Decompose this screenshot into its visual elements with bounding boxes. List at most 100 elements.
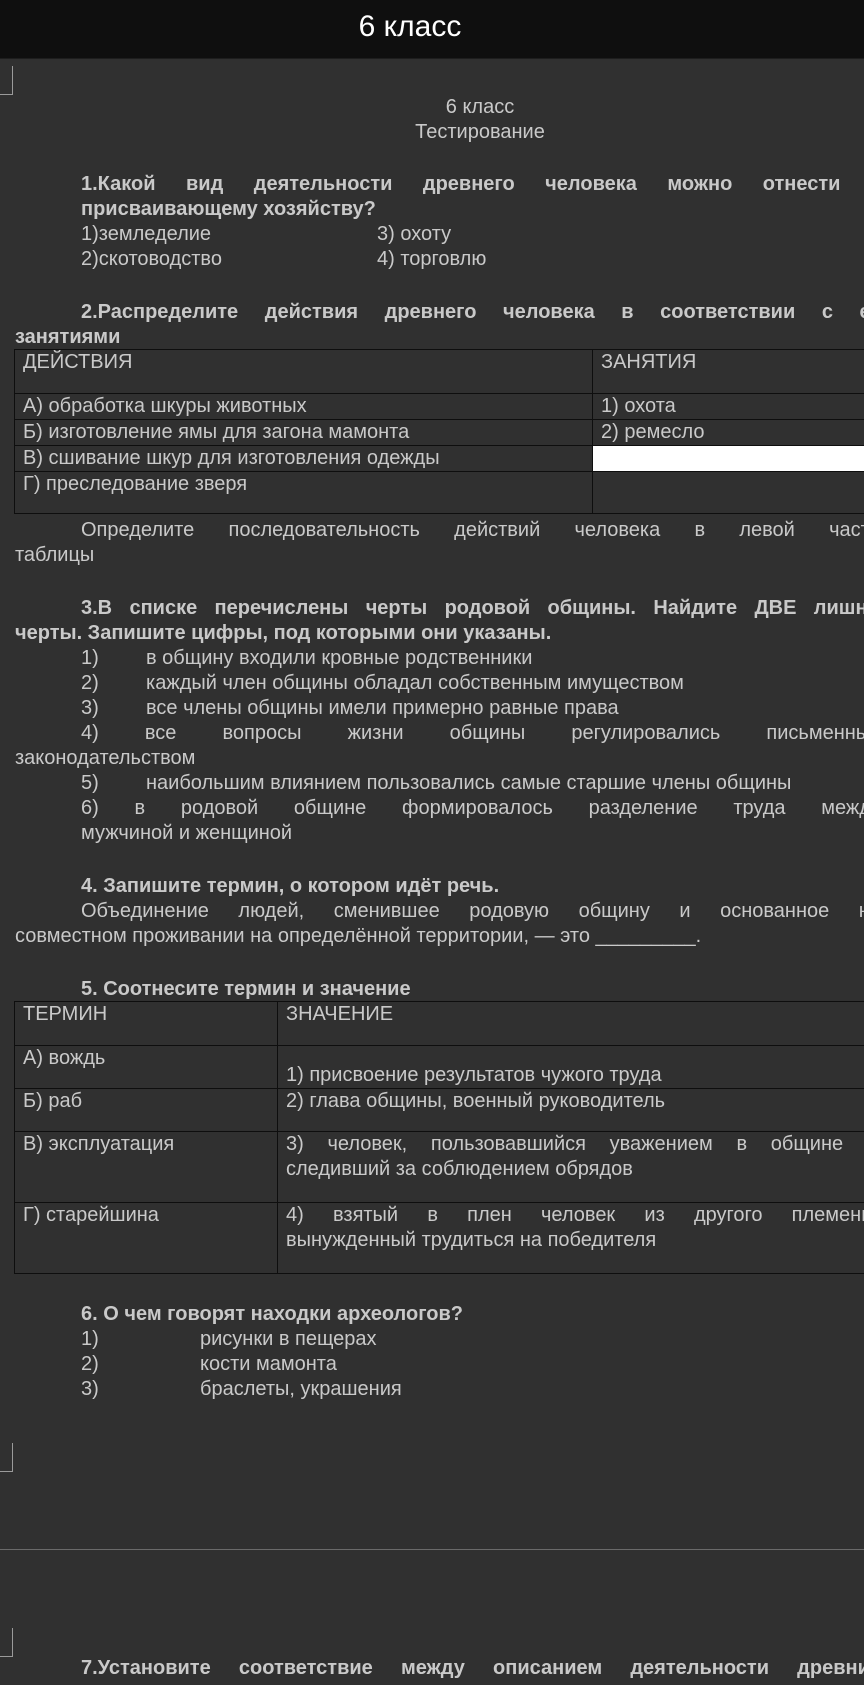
q3-item-4-line1: 4) все вопросы жизни общины регулировались пис… [81,721,864,746]
q6-title: 6. О чем говорят находки археологов? [81,1303,464,1325]
word: вид [185,173,224,195]
q3-item-4-line2: законодательством [15,747,196,769]
q1-question-line2: присваивающему хозяйству? [81,198,376,220]
q6-item-2-text: кости мамонта [200,1353,337,1375]
word: соответствие [238,1657,373,1679]
word: человека [503,301,595,323]
word: основанное [720,900,830,922]
word: общину [578,900,650,922]
word: Объединение [81,900,209,922]
word: в [694,519,706,541]
word: 1.Какой [81,173,156,195]
word: Найдите [653,597,738,619]
q4-title: 4. Запишите термин, о котором идёт речь. [81,875,500,897]
q3-item-3-text: все члены общины имели примерно равные п… [146,697,619,719]
q5-col-meaning: ЗНАЧЕНИЕ [277,1001,864,1046]
word: 7.Установите [81,1657,211,1679]
word: соответствии [660,301,796,323]
q3-item-1-text: в общину входили кровные родственники [146,647,533,669]
word: взятый [333,1204,399,1226]
q6-item-2-num: 2) [81,1353,99,1375]
word: родовую [469,900,550,922]
q1-option-2: 2)скотоводство [81,248,222,270]
word: 3.В [81,597,113,619]
q3-item-2-num: 2) [81,672,99,694]
q2-action-d: Г) преследование зверя [14,471,593,514]
word: плен [467,1204,512,1226]
q6-item-3-num: 3) [81,1378,99,1400]
q2-action-a: А) обработка шкуры животных [14,393,593,420]
word: все [144,722,177,744]
word: 2.Распределите [81,301,239,323]
q3-item-1-num: 1) [81,647,99,669]
q3-question-line2: черты. Запишите цифры, под которыми они … [15,622,552,644]
q1-option-4: 4) торговлю [377,248,487,270]
word: родовой [180,797,259,819]
page-break-divider [0,1549,864,1550]
word: 3) [286,1133,304,1155]
word: разделение [588,797,698,819]
window-title: 6 класс [358,10,462,43]
q2-question-line2: занятиями [15,326,121,348]
word: древнего [422,173,515,195]
doc-subtitle: Тестирование [415,121,545,143]
word: последовательность [228,519,420,541]
word: родовой [444,597,531,619]
q5-term-a: А) вождь [14,1045,278,1089]
q2-table: ДЕЙСТВИЯ ЗАНЯТИЯ А) обработка шкуры живо… [14,349,864,514]
word: черты [365,597,428,619]
word: и [679,900,691,922]
word: регулировались [571,722,721,744]
word: древнего [384,301,477,323]
q6-item-1-text: рисунки в пещерах [200,1328,377,1350]
word: человек, [327,1133,408,1155]
word: Определите [81,519,195,541]
word: описанием [493,1657,603,1679]
page-corner-mark [0,1443,13,1472]
word: его [860,300,864,325]
word: древних [797,1657,864,1679]
q5-meaning-4-line2: вынужденный трудиться на победителя [286,1229,657,1251]
q3-item-5-num: 5) [81,772,99,794]
word: части [829,519,864,541]
word: между [821,797,864,819]
q3-item-3-num: 3) [81,697,99,719]
top-bar: 6 класс [0,0,864,59]
q3-item-6-line2: мужчиной и женщиной [81,822,293,844]
doc-grade: 6 класс [445,96,515,118]
q5-term-b: Б) раб [14,1088,278,1132]
word: вопросы [222,722,302,744]
q5-term-d: Г) старейшина [14,1202,278,1274]
q4-text-line1: Объединение людей, сменившее родовую общину и… [81,899,864,924]
word: письменным [766,722,864,744]
word: ДВЕ [754,597,797,619]
q5-term-c: В) эксплуатация [14,1131,278,1203]
word: общины [449,722,526,744]
page-corner-mark [0,1628,13,1657]
word: сменившее [333,900,440,922]
q5-title: 5. Соотнесите термин и значение [81,978,411,1000]
word: человек [541,1204,616,1226]
q2-occupation-2: 2) ремесло [592,419,864,446]
page-corner-mark [0,66,13,95]
q5-meaning-3: 3) человек, пользовавшийся уважением в общине… [277,1131,864,1203]
q1-option-1: 1)земледелие [81,223,212,245]
word: 4) [286,1204,304,1226]
word: списке [129,597,198,619]
q2-col-actions: ДЕЙСТВИЯ [14,349,593,394]
q7-question-line1: 7.Установите соответствие между описанием де… [81,1656,864,1681]
q2-note-line1: Определите последовательность действий чело… [81,518,864,543]
q5-meaning-4: 4) взятый в плен человек из другого племени, вы… [277,1202,864,1274]
q2-action-c: В) сшивание шкур для изготовления одежды [14,445,593,472]
word: на [859,899,864,924]
word: можно [667,173,733,195]
word: общине [770,1133,844,1155]
word: действия [264,301,359,323]
word: в [427,1204,438,1226]
word: в [736,1133,748,1155]
q1-question-line1: 1.Какой вид деятельности древнего человека мо… [81,172,864,197]
word: в [621,301,634,323]
q3-item-2-text: каждый член общины обладал собственным и… [146,672,684,694]
word: уважением [609,1133,713,1155]
q5-table: ТЕРМИН ЗНАЧЕНИЕ А) вождь 1) присвоение р… [14,1001,864,1274]
